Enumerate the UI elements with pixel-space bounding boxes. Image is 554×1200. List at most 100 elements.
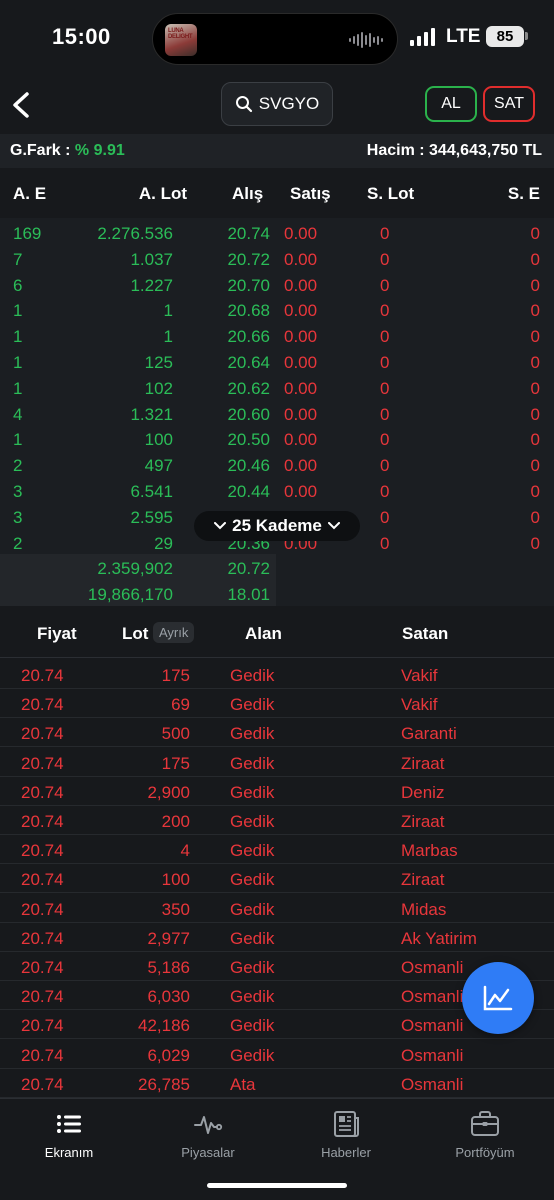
depth-alot: 6.541 — [130, 482, 173, 501]
depth-row[interactable]: 4 1.321 20.60 0.00 0 0 — [0, 401, 554, 427]
briefcase-icon — [471, 1111, 499, 1136]
depth-se: 0 — [530, 353, 540, 372]
depth-slot: 0 — [380, 404, 390, 424]
symbol-label: SVGYO — [258, 94, 320, 113]
depth-alis: 20.50 — [227, 430, 270, 450]
symbol-search-button[interactable]: SVGYO — [221, 82, 333, 126]
depth-slot: 0 — [380, 224, 390, 243]
depth-alis: 20.68 — [227, 301, 270, 321]
network-type: LTE — [446, 26, 481, 47]
trade-row[interactable]: 20.74 2,900 Gedik Deniz — [0, 777, 554, 806]
depth-row[interactable]: 7 1.037 20.72 0.00 0 0 — [0, 246, 554, 272]
trade-lot: 6,030 — [147, 987, 190, 1007]
trade-row[interactable]: 20.74 2,977 Gedik Ak Yatirim — [0, 923, 554, 952]
trade-row[interactable]: 20.74 100 Gedik Ziraat — [0, 864, 554, 894]
trade-buyer: Gedik — [230, 812, 275, 831]
trade-price: 20.74 — [21, 1045, 64, 1065]
depth-alot: 100 — [144, 430, 173, 450]
trade-lot: 200 — [161, 812, 190, 831]
trade-price: 20.74 — [21, 928, 64, 948]
depth-alis: 20.60 — [227, 404, 270, 424]
trade-lot: 4 — [180, 841, 190, 861]
chevron-down-icon — [214, 522, 227, 530]
tab-piyasalar[interactable]: Piyasalar — [148, 1109, 268, 1160]
trade-row[interactable]: 20.74 175 Gedik Ziraat — [0, 748, 554, 777]
total-lot: 2.359,902 — [97, 559, 173, 578]
depth-ae: 1 — [13, 327, 23, 347]
tab-ekranim[interactable]: Ekranım — [9, 1109, 129, 1160]
depth-row[interactable]: 1 1 20.68 0.00 0 0 — [0, 297, 554, 323]
depth-ae: 1 — [13, 301, 23, 321]
depth-slot: 0 — [380, 378, 390, 398]
trade-row[interactable]: 20.74 350 Gedik Midas — [0, 894, 554, 923]
trade-row[interactable]: 20.74 4 Gedik Marbas — [0, 835, 554, 865]
depth-alot: 1.227 — [130, 275, 173, 295]
col-alis: Alış — [232, 184, 264, 203]
chevron-down-icon — [327, 522, 340, 530]
depth-satis: 0.00 — [284, 430, 318, 450]
trade-seller: Ak Yatirim — [401, 928, 477, 948]
trade-buyer: Gedik — [230, 987, 275, 1007]
depth-row[interactable]: 1 125 20.64 0.00 0 0 — [0, 349, 554, 375]
depth-row[interactable]: 1 102 20.62 0.00 0 0 — [0, 375, 554, 401]
trade-price: 20.74 — [21, 1074, 64, 1094]
depth-alot: 29 — [154, 533, 173, 553]
depth-row[interactable]: 6 1.227 20.70 0.00 0 0 — [0, 272, 554, 298]
depth-se: 0 — [530, 327, 540, 347]
trade-seller: Ziraat — [401, 753, 445, 773]
depth-se: 0 — [530, 456, 540, 476]
depth-satis: 0.00 — [284, 404, 318, 424]
depth-total-row: 2.359,902 20.72 — [0, 555, 554, 581]
depth-slot: 0 — [380, 275, 390, 295]
depth-ae: 4 — [13, 404, 23, 424]
trade-row[interactable]: 20.74 6,029 Gedik Osmanli — [0, 1040, 554, 1069]
depth-alot: 1 — [163, 301, 173, 321]
home-indicator[interactable] — [207, 1183, 347, 1188]
col-satan: Satan — [402, 624, 449, 643]
buy-button[interactable]: AL — [425, 86, 477, 122]
trade-row[interactable]: 20.74 200 Gedik Ziraat — [0, 806, 554, 835]
depth-row[interactable]: 1 100 20.50 0.00 0 0 — [0, 426, 554, 452]
depth-se: 0 — [530, 301, 540, 321]
trade-seller: Deniz — [401, 782, 445, 802]
depth-satis: 0.00 — [284, 353, 318, 372]
trade-seller: Ziraat — [401, 870, 445, 890]
trade-row[interactable]: 20.74 500 Gedik Garanti — [0, 718, 554, 748]
trade-seller: Vakif — [401, 666, 438, 685]
trade-seller: Garanti — [401, 724, 457, 744]
depth-row[interactable]: 2 497 20.46 0.00 0 0 — [0, 452, 554, 478]
trade-price: 20.74 — [21, 958, 64, 977]
depth-slot: 0 — [380, 507, 390, 527]
depth-slot: 0 — [380, 456, 390, 476]
trade-row[interactable]: 20.74 69 Gedik Vakif — [0, 689, 554, 719]
back-button[interactable] — [8, 90, 34, 120]
depth-se: 0 — [530, 275, 540, 295]
depth-row[interactable]: 1 1 20.66 0.00 0 0 — [0, 323, 554, 349]
tab-portfoyum[interactable]: Portföyüm — [425, 1109, 545, 1160]
depth-satis: 0.00 — [284, 249, 318, 269]
split-toggle[interactable]: Ayrık — [153, 622, 195, 643]
trade-seller: Osmanli — [401, 1016, 464, 1036]
depth-alis: 20.46 — [227, 456, 270, 476]
depth-satis: 0.00 — [284, 456, 318, 476]
chart-button[interactable] — [462, 962, 534, 1034]
depth-alis: 20.62 — [227, 378, 270, 398]
depth-alis: 20.66 — [227, 327, 270, 347]
newspaper-icon — [334, 1111, 359, 1137]
list-icon — [57, 1115, 81, 1133]
trade-row[interactable]: 20.74 26,785 Ata Osmanli — [0, 1069, 554, 1098]
trade-row[interactable]: 20.74 175 Gedik Vakif — [0, 660, 554, 689]
depth-row[interactable]: 169 2.276.536 20.74 0.00 0 0 — [0, 220, 554, 246]
depth-level-selector[interactable]: 25 Kademe — [194, 511, 360, 541]
col-se: S. E — [507, 184, 540, 203]
dynamic-island[interactable]: LUNA DELIGHT — [152, 13, 398, 65]
tab-haberler[interactable]: Haberler — [286, 1109, 406, 1160]
trade-lot: 100 — [161, 870, 190, 890]
depth-alot: 1 — [163, 327, 173, 347]
trade-buyer: Gedik — [230, 695, 275, 715]
depth-slot: 0 — [380, 327, 390, 347]
sell-button[interactable]: SAT — [483, 86, 535, 122]
depth-ae: 7 — [13, 249, 23, 269]
depth-row[interactable]: 3 6.541 20.44 0.00 0 0 — [0, 478, 554, 504]
trade-lot: 6,029 — [147, 1045, 190, 1065]
